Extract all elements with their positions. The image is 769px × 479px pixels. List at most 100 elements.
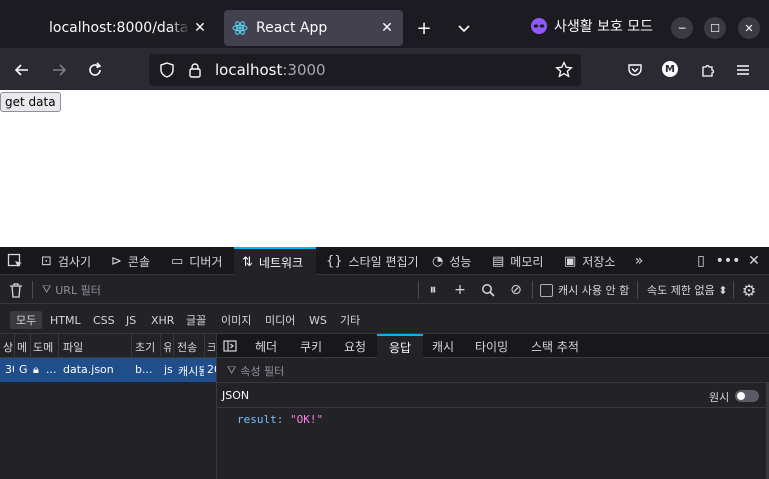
tab-network[interactable]: ⇅ 네트워크 <box>234 247 316 275</box>
type-filter-ws[interactable]: WS <box>303 311 333 329</box>
toggle-knob <box>737 392 745 400</box>
minimize-icon[interactable]: ─ <box>671 17 693 39</box>
account-avatar[interactable]: M <box>662 61 678 77</box>
tab-request[interactable]: 요청 <box>344 334 366 358</box>
type-filter-css[interactable]: CSS <box>87 311 121 329</box>
storage-icon: ▣ <box>564 253 577 269</box>
back-arrow-icon[interactable] <box>9 57 35 83</box>
network-icon: ⇅ <box>242 254 253 270</box>
list-tabs-chevron-icon[interactable] <box>450 14 478 42</box>
type-filter-other[interactable]: 기타 <box>334 311 366 329</box>
page-info-icon[interactable] <box>187 62 203 78</box>
column-divider[interactable] <box>58 334 59 358</box>
tab-react-app[interactable]: React App ✕ <box>224 10 403 46</box>
column-divider[interactable] <box>30 334 31 358</box>
tab-memory[interactable]: ▤ 메모리 <box>488 247 547 275</box>
type-filter-xhr[interactable]: XHR <box>145 311 180 329</box>
type-filter-fonts[interactable]: 글꼴 <box>180 311 212 329</box>
column-transferred[interactable]: 전송 <box>177 339 203 355</box>
divider <box>532 281 533 299</box>
trash-icon[interactable] <box>7 281 25 299</box>
column-size[interactable]: 크 <box>207 339 215 355</box>
throttling-select[interactable]: 속도 제한 없음 ⬍ <box>647 282 727 298</box>
tab-timings[interactable]: 타이밍 <box>475 334 508 358</box>
maximize-icon[interactable]: ☐ <box>704 17 726 39</box>
tab-data-json[interactable]: localhost:8000/data.json ✕ <box>36 10 216 46</box>
pocket-icon[interactable] <box>622 57 648 83</box>
type-filter-js[interactable]: JS <box>120 311 142 329</box>
close-icon[interactable]: ✕ <box>190 18 210 38</box>
type-filter-images[interactable]: 이미지 <box>215 311 257 329</box>
toggle-sidebar-icon[interactable] <box>223 334 237 358</box>
tab-inspector[interactable]: ⊡ 검사기 <box>37 247 95 275</box>
block-icon[interactable]: ⊘ <box>507 281 525 299</box>
forward-arrow-icon[interactable] <box>46 57 72 83</box>
cell-initiator: b... <box>135 363 153 376</box>
tab-label: 메모리 <box>510 254 544 269</box>
pause-icon[interactable]: ⏸ <box>424 281 442 299</box>
column-divider[interactable] <box>204 334 205 358</box>
tab-debugger[interactable]: ▭ 디버거 <box>167 247 226 275</box>
console-icon: ⊳ <box>111 253 122 269</box>
tab-response[interactable]: 응답 <box>377 334 424 358</box>
tab-label: 콘솔 <box>127 254 150 269</box>
close-icon[interactable]: ✕ <box>377 18 397 38</box>
url-port: :3000 <box>282 61 326 79</box>
get-data-button[interactable]: get data <box>0 92 61 112</box>
json-property-row[interactable]: result: "OK!" <box>237 413 323 426</box>
element-picker-icon[interactable] <box>5 251 25 271</box>
url-filter-placeholder: URL 필터 <box>55 284 101 297</box>
column-status[interactable]: 상 <box>3 339 13 355</box>
devtools-close-icon[interactable]: ✕ <box>744 251 764 271</box>
json-header-bar: JSON 원시 <box>217 383 769 408</box>
window-close-icon[interactable]: ✕ <box>738 17 760 39</box>
bookmark-star-icon[interactable] <box>555 61 573 79</box>
column-type[interactable]: 유 <box>163 339 171 355</box>
type-filter-all[interactable]: 모두 <box>10 311 43 329</box>
tab-storage[interactable]: ▣ 저장소 <box>560 247 619 275</box>
tab-style-editor[interactable]: {} 스타일 편집기 <box>322 247 423 275</box>
devtools-toolbar: ⊡ 검사기 ⊳ 콘솔 ▭ 디버거 ⇅ 네트워크 {} 스타일 편집기 ◔ 성능 ▤ 메모리 ▣… <box>0 247 769 275</box>
add-plus-icon[interactable]: + <box>451 281 469 299</box>
column-divider[interactable] <box>173 334 174 358</box>
url-filter-input[interactable]: ⛛ URL 필터 <box>42 282 101 298</box>
json-colon: : <box>276 413 290 426</box>
column-divider[interactable] <box>14 334 15 358</box>
property-filter-input[interactable]: ⛛ 속성 필터 <box>217 359 769 383</box>
type-filter-media[interactable]: 미디어 <box>259 311 301 329</box>
column-file[interactable]: 파일 <box>63 339 129 355</box>
new-tab-plus-icon[interactable]: + <box>410 14 438 42</box>
dock-side-icon[interactable]: ▯ <box>691 251 711 271</box>
tab-cookies[interactable]: 쿠키 <box>300 334 322 358</box>
column-domain[interactable]: 도메 <box>33 339 57 355</box>
tab-headers[interactable]: 헤더 <box>255 334 277 358</box>
request-row[interactable]: 30 G 🔒︎ ... data.json b... js 캐시됨 20 <box>0 358 216 382</box>
tab-console[interactable]: ⊳ 콘솔 <box>107 247 154 275</box>
tab-stack-trace[interactable]: 스택 추적 <box>531 334 579 358</box>
reload-icon[interactable] <box>82 57 108 83</box>
shield-icon[interactable] <box>159 62 175 78</box>
tab-performance[interactable]: ◔ 성능 <box>428 247 475 275</box>
divider <box>733 281 734 299</box>
divider <box>32 281 33 299</box>
private-mask-icon <box>531 18 547 34</box>
raw-toggle-switch[interactable] <box>735 390 759 402</box>
tab-cache[interactable]: 캐시 <box>432 334 454 358</box>
more-options-icon[interactable]: ••• <box>716 251 741 271</box>
search-icon[interactable] <box>479 281 497 299</box>
lock-icon: 🔒︎ <box>33 363 39 376</box>
more-tabs-chevron-icon[interactable]: » <box>629 251 649 271</box>
extensions-puzzle-icon[interactable] <box>695 57 721 83</box>
url-bar[interactable]: localhost:3000 <box>149 54 581 86</box>
column-method[interactable]: 메 <box>17 339 27 355</box>
column-divider[interactable] <box>160 334 161 358</box>
navigation-toolbar: localhost:3000 <box>0 48 769 90</box>
debugger-icon: ▭ <box>171 253 184 269</box>
type-filter-html[interactable]: HTML <box>44 311 87 329</box>
settings-gear-icon[interactable]: ⚙ <box>740 281 758 300</box>
column-initiator[interactable]: 초기 <box>135 339 159 355</box>
checkbox[interactable] <box>540 283 553 297</box>
hamburger-menu-icon[interactable] <box>730 57 756 83</box>
disable-cache-checkbox[interactable]: 캐시 사용 안 함 <box>540 282 629 298</box>
column-divider[interactable] <box>131 334 132 358</box>
